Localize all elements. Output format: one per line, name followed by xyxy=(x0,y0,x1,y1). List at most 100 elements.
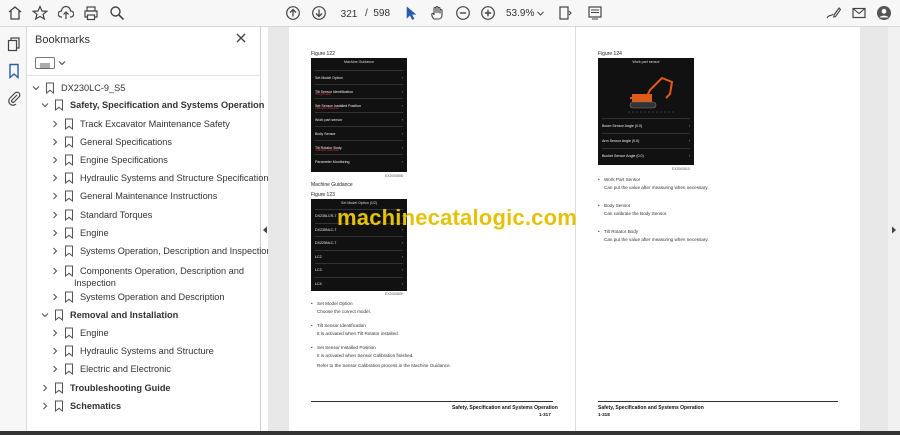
bookmark-options-button[interactable] xyxy=(35,57,55,69)
chevron-right-icon: › xyxy=(401,117,403,122)
chevron-right-icon[interactable] xyxy=(50,346,60,356)
chevron-down-icon[interactable] xyxy=(40,310,50,320)
bookmark-icon xyxy=(64,345,74,358)
bookmark-item[interactable]: Systems Operation, Description and Inspe… xyxy=(50,243,272,259)
screen-menu-row: LC3 › xyxy=(315,263,403,277)
watermark-text: machinecatalogic.com xyxy=(337,205,577,230)
chevron-right-icon[interactable] xyxy=(50,173,60,183)
chevron-right-icon[interactable] xyxy=(50,292,60,302)
screen-menu-row: LC2 › xyxy=(315,249,403,264)
figure-label: Figure 123 xyxy=(311,192,335,198)
left-navigation-rail xyxy=(0,27,27,435)
sign-icon[interactable] xyxy=(824,4,842,22)
expand-right-panel-icon[interactable] xyxy=(891,226,897,234)
screen-menu-label: Arm Sensor Angle (0.0) xyxy=(602,139,640,143)
chevron-right-icon[interactable] xyxy=(50,119,60,129)
print-icon[interactable] xyxy=(82,4,100,22)
chevron-right-icon[interactable] xyxy=(50,137,60,147)
bullet-description: Can put the value after measuring when n… xyxy=(604,185,709,190)
bookmark-icon xyxy=(64,209,74,222)
bookmark-root[interactable]: DX230LC-9_S5 xyxy=(31,80,125,96)
bullet-dot-icon: • xyxy=(311,323,313,328)
figure-code: EX2000808 xyxy=(385,174,403,178)
zoom-out-icon[interactable] xyxy=(454,4,472,22)
bookmark-panel-icon[interactable] xyxy=(5,62,23,80)
bookmark-item[interactable]: Electric and Electronic xyxy=(50,361,171,377)
bookmark-icon xyxy=(64,118,74,131)
chevron-down-icon[interactable] xyxy=(31,83,41,93)
page-number-input[interactable]: 321 xyxy=(336,5,362,22)
chevron-right-icon[interactable] xyxy=(40,401,50,411)
attachment-icon[interactable] xyxy=(5,89,23,107)
chevron-right-icon[interactable] xyxy=(50,246,60,256)
bookmark-item[interactable]: Hydraulic Systems and Structure xyxy=(50,343,214,359)
page-up-icon[interactable] xyxy=(284,4,302,22)
bookmark-item[interactable]: General Maintenance Instructions xyxy=(50,188,217,204)
bookmark-label: Schematics xyxy=(70,401,122,411)
bullet-description: Can calibrate the Body Sensor. xyxy=(604,211,668,216)
chevron-right-icon: › xyxy=(401,75,403,80)
figure-code: EX2000810 xyxy=(672,167,690,171)
screen-menu-row: Tilt Sensor Identification › Tilting Rotat… xyxy=(315,84,403,98)
bullet-title: Work Part Sensor xyxy=(604,177,641,182)
bookmark-item[interactable]: Safety, Specification and Systems Operat… xyxy=(40,97,264,113)
page-down-icon[interactable] xyxy=(310,4,328,22)
bookmark-label: Engine xyxy=(80,328,109,338)
machine-guidance-screen: Machine Guidance Set Model Option › Tilt S… xyxy=(311,58,407,172)
bookmark-item[interactable]: Removal and Installation xyxy=(40,307,178,323)
footer-title: Safety, Specification and Systems Operat… xyxy=(598,405,704,411)
bookmark-icon xyxy=(64,227,74,240)
bookmark-item[interactable]: Engine Specifications xyxy=(50,152,168,168)
bookmark-item[interactable]: Engine xyxy=(50,325,109,341)
screen-menu-row: LC4 › xyxy=(315,276,403,291)
pages-thumbnail-icon[interactable] xyxy=(5,35,23,53)
chevron-right-icon: › xyxy=(401,268,403,273)
bookmark-item[interactable]: General Specifications xyxy=(50,134,172,150)
screen-header: Work part sensor xyxy=(632,60,660,64)
upload-icon[interactable] xyxy=(57,4,75,22)
figure-label: Figure 122 xyxy=(311,51,335,57)
chevron-right-icon[interactable] xyxy=(50,228,60,238)
bullet-title: Tilt Rotator Body xyxy=(604,229,639,234)
mail-icon[interactable] xyxy=(850,4,868,22)
zoom-in-icon[interactable] xyxy=(479,4,497,22)
chevron-right-icon[interactable] xyxy=(50,210,60,220)
read-mode-icon[interactable] xyxy=(586,4,604,22)
bookmark-label: Hydraulic Systems and Structure Specific… xyxy=(80,173,274,183)
bookmark-item[interactable]: Engine xyxy=(50,225,109,241)
select-cursor-icon[interactable] xyxy=(402,4,420,22)
chevron-right-icon[interactable] xyxy=(50,155,60,165)
screen-menu-sublabel: Calibration Required xyxy=(315,107,339,110)
chevron-right-icon[interactable] xyxy=(40,383,50,393)
bookmark-icon xyxy=(64,190,74,203)
bookmark-item[interactable]: Schematics xyxy=(40,398,121,414)
chevron-right-icon[interactable] xyxy=(50,191,60,201)
chevron-down-icon[interactable] xyxy=(40,100,50,110)
chevron-right-icon[interactable] xyxy=(50,364,60,374)
chevron-right-icon[interactable] xyxy=(50,328,60,338)
star-icon[interactable] xyxy=(31,4,49,22)
bookmark-item[interactable]: Hydraulic Systems and Structure Specific… xyxy=(50,170,273,186)
bullet-description: It is activated when Tilt Rotator instal… xyxy=(317,331,399,336)
bookmark-item[interactable]: Track Excavator Maintenance Safety xyxy=(50,116,230,132)
zoom-search-icon[interactable] xyxy=(108,4,126,22)
account-icon[interactable] xyxy=(875,4,893,22)
bookmark-icon xyxy=(45,82,55,95)
zoom-select[interactable]: 53.9% xyxy=(506,5,546,22)
footer-rule xyxy=(311,401,553,402)
bookmark-item[interactable]: Troubleshooting Guide xyxy=(40,380,171,396)
excavator-illustration xyxy=(628,76,674,113)
bookmark-item[interactable]: Systems Operation and Description xyxy=(50,289,225,305)
screen-menu-label: DX235NLC-7 xyxy=(315,227,337,232)
fit-page-icon[interactable] xyxy=(556,4,574,22)
bookmark-label: DX230LC-9_S5 xyxy=(61,83,126,93)
panel-title: Bookmarks xyxy=(35,34,91,46)
close-icon[interactable] xyxy=(234,31,248,45)
chevron-down-icon[interactable] xyxy=(58,59,66,67)
home-icon[interactable] xyxy=(6,4,24,22)
hand-tool-icon[interactable] xyxy=(428,4,446,22)
chevron-right-icon[interactable] xyxy=(50,266,60,276)
screen-menu-label: Body Sensor xyxy=(315,131,336,136)
bookmark-item[interactable]: Standard Torques xyxy=(50,207,152,223)
screen-menu-label: LC4 xyxy=(315,281,322,286)
